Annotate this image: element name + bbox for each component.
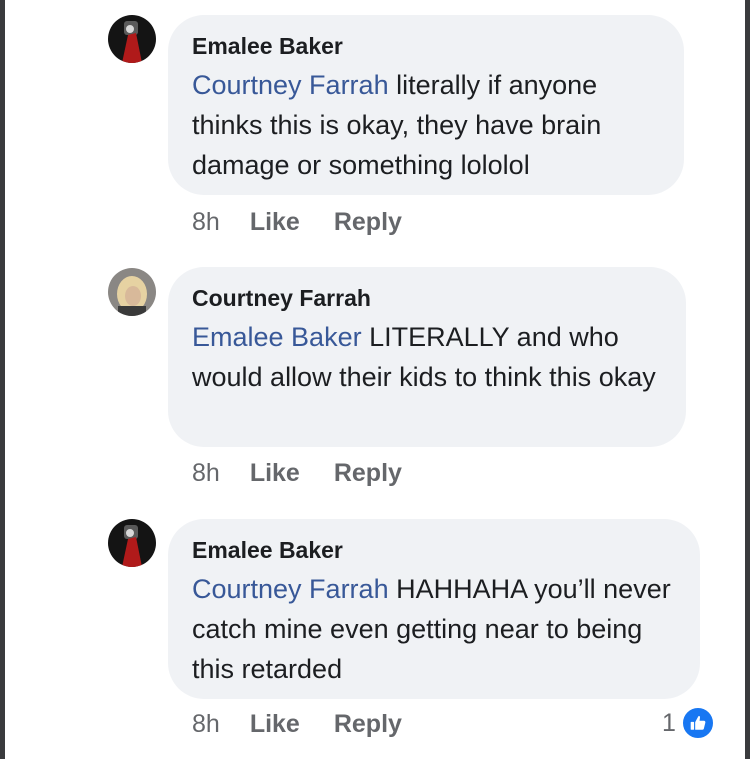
window-edge-right (745, 0, 750, 759)
like-button[interactable]: Like (250, 458, 300, 488)
comment-author[interactable]: Courtney Farrah (192, 283, 662, 313)
timestamp[interactable]: 8h (192, 207, 220, 237)
comment-text: Courtney Farrah HAHHAHA you’ll never cat… (192, 569, 676, 689)
comment-author[interactable]: Emalee Baker (192, 535, 676, 565)
comment-text: Emalee Baker LITERALLY and who would all… (192, 317, 662, 397)
comment-bubble: Emalee Baker Courtney Farrah HAHHAHA you… (168, 519, 700, 699)
timestamp[interactable]: 8h (192, 709, 220, 739)
comment-actions: 8h Like Reply (192, 207, 402, 237)
window-edge-left (0, 0, 5, 759)
like-button[interactable]: Like (250, 709, 300, 739)
avatar[interactable] (108, 519, 156, 567)
thumbs-up-icon (679, 705, 716, 741)
comment-bubble: Courtney Farrah Emalee Baker LITERALLY a… (168, 267, 686, 447)
reply-button[interactable]: Reply (334, 207, 402, 237)
comment-actions: 8h Like Reply (192, 458, 402, 488)
mention-link[interactable]: Emalee Baker (192, 322, 362, 352)
comment-author[interactable]: Emalee Baker (192, 31, 660, 61)
like-button[interactable]: Like (250, 207, 300, 237)
avatar[interactable] (108, 268, 156, 316)
reply-button[interactable]: Reply (334, 709, 402, 739)
reaction-summary[interactable]: 1 (662, 705, 716, 741)
timestamp[interactable]: 8h (192, 458, 220, 488)
comment-bubble: Emalee Baker Courtney Farrah literally i… (168, 15, 684, 195)
reply-button[interactable]: Reply (334, 458, 402, 488)
comment-actions: 8h Like Reply (192, 709, 402, 739)
comment-text: Courtney Farrah literally if anyone thin… (192, 65, 660, 185)
mention-link[interactable]: Courtney Farrah (192, 70, 389, 100)
reaction-count: 1 (662, 708, 676, 737)
avatar[interactable] (108, 15, 156, 63)
mention-link[interactable]: Courtney Farrah (192, 574, 389, 604)
